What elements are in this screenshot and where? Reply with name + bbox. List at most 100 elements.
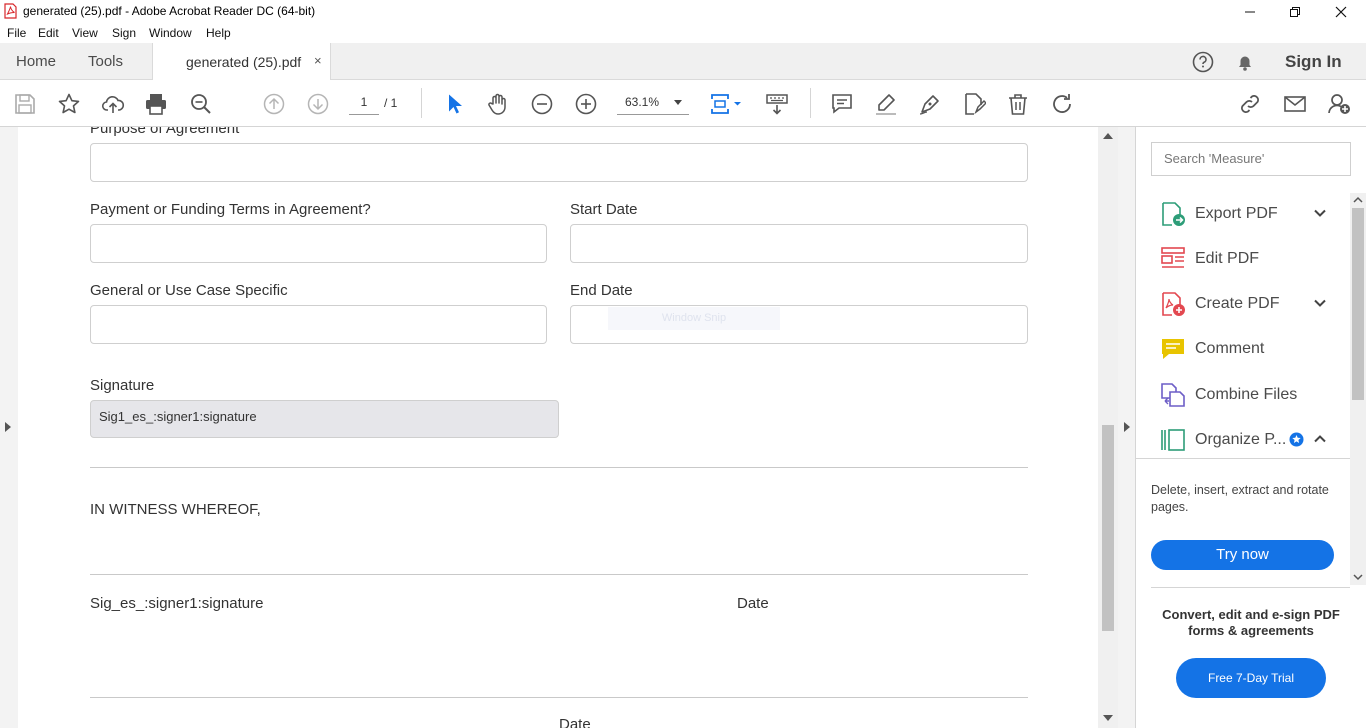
payment-terms-field[interactable] [90,224,547,263]
tool-label: Combine Files [1195,386,1298,403]
hand-tool-button[interactable] [486,92,510,116]
share-link-button[interactable] [1238,92,1262,116]
promo-title: Convert, edit and e-sign PDF forms & agr… [1162,607,1340,638]
restore-button[interactable] [1272,0,1318,23]
save-button[interactable] [13,92,37,116]
tool-organize-pages[interactable]: Organize P... [1136,421,1350,459]
notification-bell-icon[interactable] [1235,52,1255,72]
right-panel-toggle[interactable] [1118,127,1136,728]
find-button[interactable] [189,92,213,116]
scroll-down-icon[interactable] [1103,715,1113,721]
organize-pages-icon [1161,429,1185,451]
menu-edit[interactable]: Edit [38,26,59,40]
previous-page-button[interactable] [262,92,286,116]
scroll-down-icon[interactable] [1353,574,1363,581]
start-date-field[interactable] [570,224,1028,263]
date-label: Date [737,595,769,612]
print-button[interactable] [144,92,168,116]
chevron-up-icon[interactable] [1312,431,1328,447]
tool-export-pdf[interactable]: Export PDF [1136,195,1350,235]
sign-tool-button[interactable] [918,92,942,116]
trash-icon [1009,94,1027,115]
comment-icon [832,94,852,114]
link-icon [1241,95,1259,113]
tab-document[interactable]: generated (25).pdf × [152,43,331,81]
chevron-down-icon[interactable] [674,100,682,105]
scrolling-mode-button[interactable] [765,92,789,116]
scrollbar-thumb[interactable] [1352,208,1364,400]
page-fit-button[interactable] [709,92,743,116]
email-button[interactable] [1283,92,1307,116]
menu-bar: File Edit View Sign Window Help [0,23,1366,43]
hand-icon [488,93,506,115]
next-page-button[interactable] [306,92,330,116]
tab-close-icon[interactable]: × [314,53,322,68]
date-label-2: Date [559,716,591,728]
menu-file[interactable]: File [7,26,26,40]
purpose-label: Purpose of Agreement [90,127,240,137]
signature-field[interactable]: Sig1_es_:signer1:signature [90,400,559,438]
delete-button[interactable] [1006,92,1030,116]
tools-search-input[interactable]: Search 'Measure' [1151,142,1351,176]
signature-field-text: Sig1_es_:signer1:signature [99,409,257,424]
scroll-up-icon[interactable] [1103,133,1113,139]
keyboard-scroll-icon [766,94,788,115]
tool-label: Export PDF [1195,205,1278,222]
highlight-tool-button[interactable] [874,92,898,116]
tab-home[interactable]: Home [16,43,56,80]
divider [90,467,1028,468]
minus-circle-icon [531,93,553,115]
menu-window[interactable]: Window [149,26,192,40]
free-trial-button[interactable]: Free 7-Day Trial [1176,658,1326,698]
mail-icon [1284,96,1306,112]
tab-document-label: generated (25).pdf [186,54,302,70]
tool-combine-files[interactable]: Combine Files [1136,376,1350,416]
plus-circle-icon [575,93,597,115]
document-scrollbar[interactable] [1098,127,1118,728]
select-tool-button[interactable] [443,92,467,116]
zoom-out-button[interactable] [530,92,554,116]
title-bar: generated (25).pdf - Adobe Acrobat Reade… [0,0,1366,23]
create-pdf-icon [1162,292,1185,316]
arrow-down-circle-icon [307,93,329,115]
close-window-button[interactable] [1318,0,1364,23]
scrollbar-thumb[interactable] [1102,425,1114,631]
tab-tools[interactable]: Tools [88,43,123,80]
menu-view[interactable]: View [72,26,98,40]
minimize-button[interactable] [1227,0,1273,23]
general-field[interactable] [90,305,547,344]
scroll-up-icon[interactable] [1353,196,1363,203]
cloud-upload-icon [101,96,125,113]
pdf-page: Purpose of Agreement Payment or Funding … [18,127,1098,728]
chevron-down-icon[interactable] [1312,295,1328,311]
chevron-right-icon [5,422,11,432]
comment-tool-button[interactable] [830,92,854,116]
bookmark-star-button[interactable] [57,92,81,116]
arrow-up-circle-icon [263,93,285,115]
toolbar-divider [421,88,422,118]
highlighter-icon [876,94,896,115]
tools-scrollbar[interactable] [1350,193,1366,585]
tool-create-pdf[interactable]: Create PDF [1136,285,1350,325]
page-number-input[interactable]: 1 [349,91,379,115]
try-now-button[interactable]: Try now [1151,540,1334,570]
zoom-in-button[interactable] [574,92,598,116]
menu-sign[interactable]: Sign [112,26,136,40]
tool-label: Comment [1195,340,1265,357]
upload-button[interactable] [101,92,125,116]
signature-label: Signature [90,377,155,394]
chevron-down-icon[interactable] [1312,205,1328,221]
purpose-field[interactable] [90,143,1028,182]
fill-sign-button[interactable] [962,92,988,116]
tool-edit-pdf[interactable]: Edit PDF [1136,240,1350,280]
page-total: / 1 [384,96,398,110]
tool-comment[interactable]: Comment [1136,330,1350,370]
share-people-button[interactable] [1327,92,1351,116]
rotate-button[interactable] [1050,92,1074,116]
left-panel-toggle[interactable] [0,127,18,728]
help-icon[interactable] [1192,51,1214,73]
snip-watermark: Window Snip [608,307,780,330]
sign-in-button[interactable]: Sign In [1285,52,1342,72]
menu-help[interactable]: Help [206,26,231,40]
divider [1151,587,1350,588]
